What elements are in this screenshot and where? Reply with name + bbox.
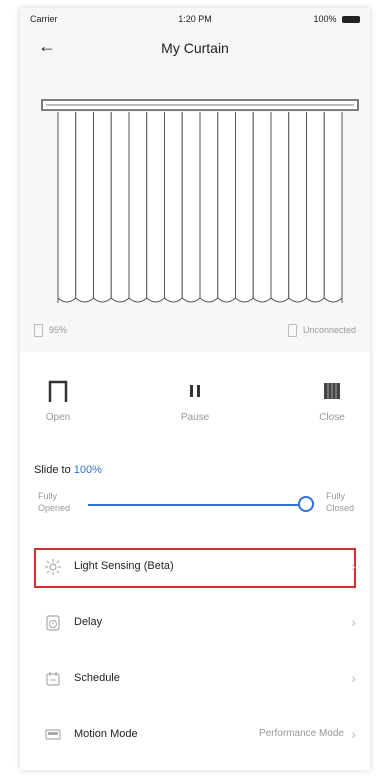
- menu-item-schedule[interactable]: Schedule ›: [20, 660, 370, 700]
- slider-knob[interactable]: [298, 496, 314, 512]
- menu-item-delay[interactable]: Delay ›: [20, 604, 370, 644]
- curtain-fold: [75, 112, 94, 303]
- open-icon: [48, 380, 68, 402]
- close-label: Close: [319, 412, 345, 423]
- calendar-icon: [46, 672, 60, 686]
- slider-track[interactable]: [88, 504, 306, 506]
- fully-closed-label: Fully Closed: [326, 490, 354, 514]
- curtain-fold: [235, 112, 254, 303]
- battery-percent: 100%: [313, 14, 337, 24]
- status-battery: 100%: [313, 14, 360, 24]
- sun-icon: [45, 559, 61, 575]
- curtain-fold: [57, 112, 77, 303]
- close-button[interactable]: Close: [302, 378, 362, 423]
- pause-button[interactable]: Pause: [165, 378, 225, 423]
- menu-item-label: Schedule: [74, 672, 120, 684]
- fully-closed-line1: Fully: [326, 491, 346, 501]
- fully-closed-line2: Closed: [326, 503, 355, 513]
- curtain-graphic: [41, 99, 359, 303]
- menu-item-light-sensing[interactable]: Light Sensing (Beta) ›: [20, 548, 370, 588]
- nav-bar: ← My Curtain: [20, 30, 370, 66]
- curtain-illustration: [40, 98, 360, 318]
- control-panel: Open Pause Close Slide to 100% Fully Ope…: [20, 352, 370, 770]
- fully-opened-label: Fully Opened: [38, 490, 70, 514]
- slide-value: 100%: [73, 464, 102, 476]
- curtain-battery-value: 95%: [49, 324, 68, 335]
- motion-icon: [45, 729, 61, 740]
- chevron-right-icon: ›: [351, 670, 356, 686]
- curtain-fold: [306, 112, 325, 303]
- curtain-fold: [199, 112, 219, 303]
- menu-item-label: Motion Mode: [74, 728, 138, 740]
- battery-level-icon: [34, 324, 43, 337]
- close-curtain-icon: [324, 383, 340, 399]
- fully-opened-line2: Opened: [38, 503, 71, 513]
- motion-mode-value: Performance Mode: [258, 728, 344, 739]
- open-label: Open: [45, 412, 71, 423]
- curtain-battery: 95%: [34, 324, 67, 337]
- curtain-fold: [217, 112, 236, 303]
- curtain-fold: [146, 112, 165, 303]
- curtain-fold: [128, 112, 148, 303]
- fully-opened-line1: Fully: [38, 491, 58, 501]
- status-bar: Carrier 1:20 PM 100%: [20, 8, 370, 30]
- open-button[interactable]: Open: [28, 378, 88, 423]
- curtain-status-row: 95% Unconnected: [20, 324, 370, 342]
- menu-item-label: Delay: [74, 616, 103, 628]
- chevron-right-icon: ›: [351, 614, 356, 630]
- pause-icon: [190, 385, 200, 397]
- position-slider: Fully Opened Fully Closed: [20, 484, 370, 524]
- phone-screen: Carrier 1:20 PM 100% ← My Curtain 95% Un…: [20, 8, 370, 770]
- curtain-fold: [323, 112, 343, 303]
- curtain-fold: [181, 112, 201, 303]
- curtain-fold: [164, 112, 183, 303]
- pause-label: Pause: [180, 412, 210, 423]
- chevron-right-icon: ›: [351, 558, 356, 574]
- battery-icon: [342, 16, 360, 24]
- connection-status-text: Unconnected: [302, 324, 356, 335]
- slide-prefix: Slide to: [34, 464, 71, 476]
- curtain-controls: Open Pause Close: [20, 378, 370, 448]
- connection-status: Unconnected: [287, 324, 356, 337]
- menu-item-motion-mode[interactable]: Motion Mode Performance Mode ›: [20, 716, 370, 756]
- menu-item-label: Light Sensing (Beta): [74, 560, 174, 572]
- curtain-fold: [288, 112, 307, 303]
- clock-icon: [46, 615, 60, 631]
- curtain-fold: [270, 112, 290, 303]
- chevron-right-icon: ›: [351, 726, 356, 742]
- page-title: My Curtain: [161, 40, 229, 56]
- curtain-fold: [110, 112, 130, 303]
- slide-label: Slide to 100%: [34, 464, 102, 476]
- curtain-fold: [93, 112, 112, 303]
- curtain-fold: [252, 112, 272, 303]
- device-icon: [287, 324, 297, 337]
